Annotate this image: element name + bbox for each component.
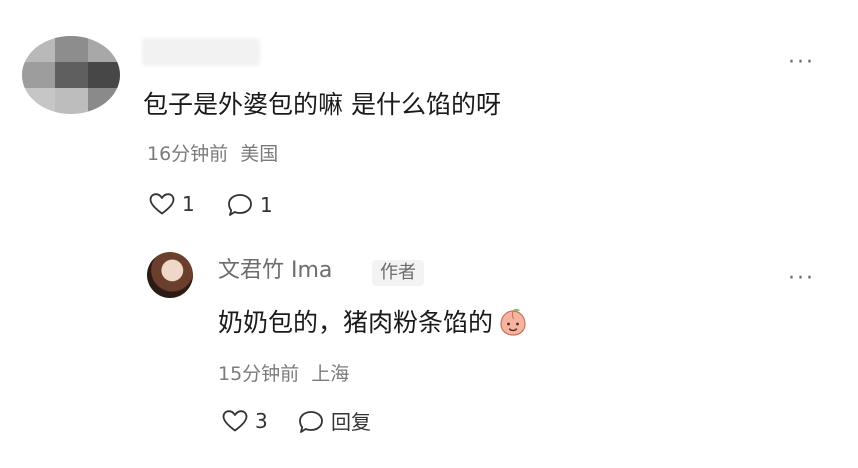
avatar-pixel-block [88, 62, 120, 88]
peach-face-emoji-icon [500, 308, 526, 336]
heart-outline-icon [149, 193, 175, 215]
avatar-pixel-block [55, 36, 88, 62]
avatar-pixel-block [22, 36, 55, 62]
author-badge: 作者 [372, 260, 424, 286]
reply-like-button[interactable]: 3 [221, 409, 268, 433]
reply-location: 上海 [311, 363, 350, 385]
reply-text: 奶奶包的，猪肉粉条馅的 [218, 307, 494, 337]
commenter-avatar[interactable] [22, 36, 120, 114]
comment-meta: 16分钟前 美国 [147, 145, 278, 164]
avatar-pixel-block [22, 62, 55, 88]
reply-more-icon[interactable]: ··· [788, 268, 815, 290]
avatar-pixel-block [88, 88, 120, 114]
reply-like-count: 3 [255, 409, 268, 433]
avatar-pixel-block [88, 36, 120, 62]
comment-location: 美国 [240, 143, 279, 165]
avatar-pixel-block [22, 88, 55, 114]
reply-meta: 15分钟前 上海 [218, 365, 349, 384]
heart-outline-icon [222, 410, 248, 432]
reply-avatar[interactable] [147, 252, 193, 298]
reply-body: 奶奶包的，猪肉粉条馅的 [218, 306, 529, 338]
comment-time: 16分钟前 [147, 143, 229, 165]
comment-like-count: 1 [182, 192, 195, 216]
comment-reply-count: 1 [260, 193, 273, 217]
speech-bubble-icon [299, 411, 323, 433]
avatar-pixel-block [55, 62, 88, 88]
speech-bubble-icon [228, 194, 252, 216]
reply-reply-button[interactable]: 回复 [297, 409, 371, 435]
commenter-name-blurred [142, 38, 260, 66]
comment-like-button[interactable]: 1 [148, 192, 195, 216]
reply-time: 15分钟前 [218, 363, 300, 385]
comment-reply-button[interactable]: 1 [226, 192, 273, 218]
avatar-pixel-block [55, 88, 88, 114]
reply-username[interactable]: 文君竹 Ima [218, 260, 332, 282]
comment-text: 包子是外婆包的嘛 是什么馅的呀 [143, 90, 501, 119]
comment-more-icon[interactable]: ··· [788, 52, 815, 74]
reply-label: 回复 [331, 410, 371, 434]
